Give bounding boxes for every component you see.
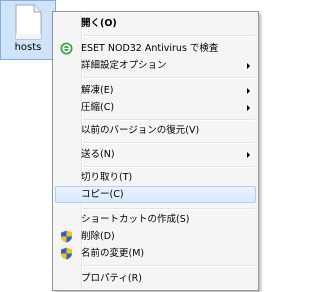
file-item-hosts[interactable]: hosts [0,0,56,60]
menu-item-label: 名前の変更(M) [81,248,145,259]
menu-separator [83,119,255,121]
uac-shield-icon [60,230,73,243]
menu-item-label: 削除(D) [81,231,115,242]
uac-shield-icon [60,247,73,260]
file-name-label: hosts [14,42,42,53]
menu-item-properties[interactable]: プロパティ(R) [55,270,256,287]
menu-separator [83,77,255,79]
submenu-arrow-icon [247,105,250,111]
menu-separator [83,265,255,267]
menu-item-eset-scan[interactable]: ESET NOD32 Antivirus で検査 [55,40,256,57]
menu-item-label: 送る(N) [81,149,115,160]
menu-item-label: ショートカットの作成(S) [81,214,190,225]
menu-item-restore-previous-versions[interactable]: 以前のバージョンの復元(V) [55,122,256,139]
menu-item-label: コピー(C) [81,189,124,200]
menu-item-cut[interactable]: 切り取り(T) [55,169,256,186]
menu-item-label: 詳細設定オプション [81,60,167,71]
menu-item-compress[interactable]: 圧縮(C) [55,99,256,116]
menu-item-create-shortcut[interactable]: ショートカットの作成(S) [55,211,256,228]
menu-item-rename[interactable]: 名前の変更(M) [55,245,256,262]
menu-separator [83,142,255,144]
submenu-arrow-icon [247,152,250,158]
menu-item-advanced-options[interactable]: 詳細設定オプション [55,57,256,74]
menu-item-label: プロパティ(R) [81,273,142,284]
document-icon [15,4,42,43]
context-menu: 開く(O) ESET NOD32 Antivirus で検査 詳細設定オプション… [52,11,259,291]
menu-item-send-to[interactable]: 送る(N) [55,146,256,163]
submenu-arrow-icon [247,88,250,94]
menu-separator [83,208,255,210]
menu-item-open[interactable]: 開く(O) [55,15,256,32]
menu-item-copy[interactable]: コピー(C) [55,186,256,203]
menu-item-delete[interactable]: 削除(D) [55,228,256,245]
menu-item-label: 開く(O) [81,18,117,29]
menu-item-label: 切り取り(T) [81,172,133,183]
menu-separator [83,166,255,168]
menu-item-label: 解凍(E) [81,85,114,96]
eset-icon [60,42,73,55]
menu-item-label: 圧縮(C) [81,102,115,113]
menu-item-extract[interactable]: 解凍(E) [55,82,256,99]
menu-item-label: 以前のバージョンの復元(V) [81,125,200,136]
submenu-arrow-icon [247,63,250,69]
menu-item-label: ESET NOD32 Antivirus で検査 [81,43,219,54]
menu-separator [83,35,255,37]
